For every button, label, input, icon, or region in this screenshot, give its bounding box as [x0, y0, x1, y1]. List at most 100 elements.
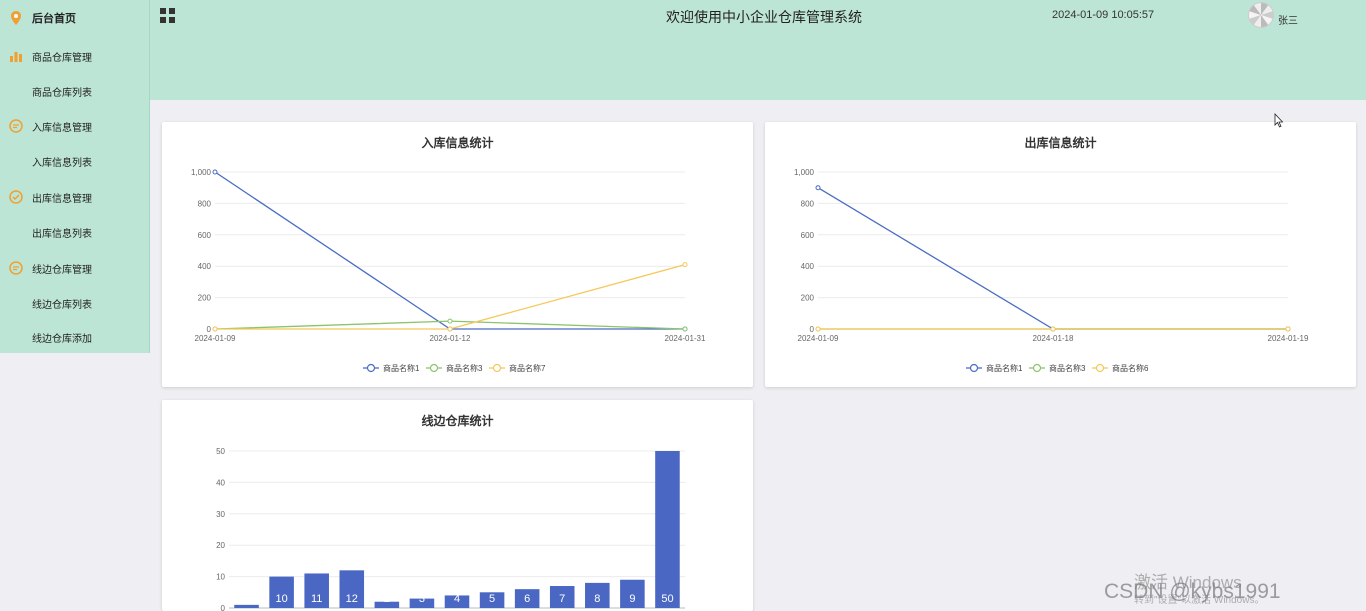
- x-tick-label: 2024-01-31: [665, 334, 706, 343]
- bar-data-label: 4: [454, 593, 460, 605]
- sidebar-item-label: 入库信息列表: [32, 157, 92, 169]
- message-icon: [9, 119, 23, 133]
- legend-label: 商品名称3: [1049, 363, 1086, 373]
- bar-data-label: 6: [524, 593, 530, 605]
- bar-data-label: 11: [311, 593, 322, 605]
- legend-marker: [1095, 363, 1105, 373]
- legend-label: 商品名称7: [509, 363, 546, 373]
- bar-data-label: 3: [419, 593, 425, 605]
- inbound-line-chart: 0 200 400 600 800 1,000 2024-01-09 2024-01-12 20…: [191, 168, 706, 373]
- x-tick-label: 2024-01-12: [430, 334, 471, 343]
- y-tick-label: 400: [198, 262, 212, 271]
- legend-marker: [492, 363, 502, 373]
- top-header: 欢迎使用中小企业仓库管理系统 2024-01-09 10:05:57 张三: [150, 0, 1366, 100]
- y-tick-label: 0: [207, 325, 212, 334]
- grid-menu-icon[interactable]: [160, 8, 175, 23]
- inbound-chart-card: 入库信息统计 0 200 400 600 800 1,000 2024-01-09 2024-…: [162, 122, 753, 387]
- y-tick-label: 50: [216, 447, 225, 456]
- data-point: [815, 185, 821, 191]
- data-point: [212, 326, 218, 332]
- sidebar-item-lineside-mgmt[interactable]: 线边仓库管理: [0, 253, 150, 283]
- bar-data-label: 10: [275, 593, 287, 605]
- data-point: [815, 326, 821, 332]
- sidebar-item-inbound-mgmt[interactable]: 入库信息管理: [0, 111, 150, 141]
- sidebar-item-inbound-list[interactable]: 入库信息列表: [0, 146, 150, 176]
- mouse-cursor-icon: [1274, 113, 1284, 128]
- y-tick-label: 1,000: [794, 168, 815, 177]
- sidebar: 后台首页 商品仓库管理 商品仓库列表 入库信息管理 入库信息列表 出库信息管理 …: [0, 0, 150, 353]
- x-tick-label: 2024-01-19: [1268, 334, 1309, 343]
- series-line: [817, 187, 1288, 330]
- location-pin-icon: [9, 11, 23, 25]
- outbound-line-chart: 0 200 400 600 800 1,000 2024-01-09 2024-01-18 20…: [794, 168, 1309, 373]
- avatar[interactable]: [1248, 2, 1274, 28]
- y-tick-label: 600: [198, 231, 212, 240]
- sidebar-item-lineside-list[interactable]: 线边仓库列表: [0, 288, 150, 318]
- y-tick-label: 200: [198, 294, 212, 303]
- y-tick-label: 0: [810, 325, 815, 334]
- legend-label: 商品名称6: [1112, 363, 1149, 373]
- legend-marker: [429, 363, 439, 373]
- datetime-display: 2024-01-09 10:05:57: [1052, 9, 1155, 21]
- data-point: [682, 262, 688, 268]
- x-tick-label: 2024-01-09: [195, 334, 236, 343]
- bar-data-label: 7: [559, 593, 565, 605]
- bar-data-label: 5: [489, 593, 495, 605]
- sidebar-item-outbound-mgmt[interactable]: 出库信息管理: [0, 182, 150, 212]
- legend-label: 商品名称1: [986, 363, 1023, 373]
- y-tick-label: 200: [801, 294, 815, 303]
- sidebar-item-label: 入库信息管理: [32, 122, 92, 134]
- legend-label: 商品名称3: [446, 363, 483, 373]
- sidebar-item-label: 出库信息管理: [32, 193, 92, 205]
- sidebar-item-label: 线边仓库添加: [32, 333, 92, 345]
- bar-data-label: 2: [384, 593, 390, 605]
- data-point: [1050, 326, 1056, 332]
- y-tick-label: 1,000: [191, 168, 212, 177]
- y-tick-label: 400: [801, 262, 815, 271]
- series-line: [214, 171, 685, 330]
- username[interactable]: 张三: [1278, 12, 1298, 27]
- y-tick-label: 0: [221, 604, 226, 611]
- legend-marker: [1032, 363, 1042, 373]
- x-tick-label: 2024-01-09: [798, 334, 839, 343]
- y-tick-label: 800: [198, 199, 212, 208]
- data-point: [682, 326, 688, 332]
- sidebar-item-home[interactable]: 后台首页: [0, 3, 150, 33]
- y-tick-label: 30: [216, 510, 225, 519]
- bar-data-label: 1: [243, 593, 249, 605]
- sidebar-item-label: 线边仓库管理: [32, 264, 92, 276]
- lineside-bar-chart: 0 10 20 30 40 50 1 10 11 12 2 3 4 5 6 7 8 9 50: [216, 447, 685, 611]
- y-tick-label: 800: [801, 199, 815, 208]
- bar-data-label: 9: [629, 593, 635, 605]
- legend-marker: [366, 363, 376, 373]
- data-point: [212, 169, 218, 175]
- sidebar-item-label: 商品仓库列表: [32, 87, 92, 99]
- bar-data-label: 50: [661, 593, 673, 605]
- check-circle-icon: [9, 190, 23, 204]
- sidebar-item-lineside-add[interactable]: 线边仓库添加: [0, 322, 150, 352]
- outbound-chart-card: 出库信息统计 0 200 400 600 800 1,000 2024-01-09 2024-…: [765, 122, 1356, 387]
- legend-label: 商品名称1: [383, 363, 420, 373]
- sidebar-item-label: 后台首页: [32, 13, 76, 25]
- bar-data-label: 12: [346, 593, 358, 605]
- data-point: [447, 326, 453, 332]
- sidebar-item-label: 商品仓库管理: [32, 52, 92, 64]
- app-title: 欢迎使用中小企业仓库管理系统: [666, 9, 862, 25]
- bar-data-label: 8: [594, 593, 600, 605]
- sidebar-item-goods-warehouse-list[interactable]: 商品仓库列表: [0, 76, 150, 106]
- data-point: [1285, 326, 1291, 332]
- y-tick-label: 10: [216, 573, 225, 582]
- bar: [655, 451, 680, 608]
- legend-marker: [969, 363, 979, 373]
- message-icon: [9, 261, 23, 275]
- sidebar-item-goods-warehouse-mgmt[interactable]: 商品仓库管理: [0, 41, 150, 71]
- data-point: [447, 318, 453, 324]
- x-tick-label: 2024-01-18: [1033, 334, 1074, 343]
- bar: [234, 604, 259, 608]
- sidebar-item-label: 线边仓库列表: [32, 299, 92, 311]
- sidebar-item-outbound-list[interactable]: 出库信息列表: [0, 217, 150, 247]
- csdn-watermark: CSDN @kybs1991: [1104, 580, 1281, 603]
- y-tick-label: 600: [801, 231, 815, 240]
- sidebar-item-label: 出库信息列表: [32, 228, 92, 240]
- bar-chart-icon: [9, 49, 23, 63]
